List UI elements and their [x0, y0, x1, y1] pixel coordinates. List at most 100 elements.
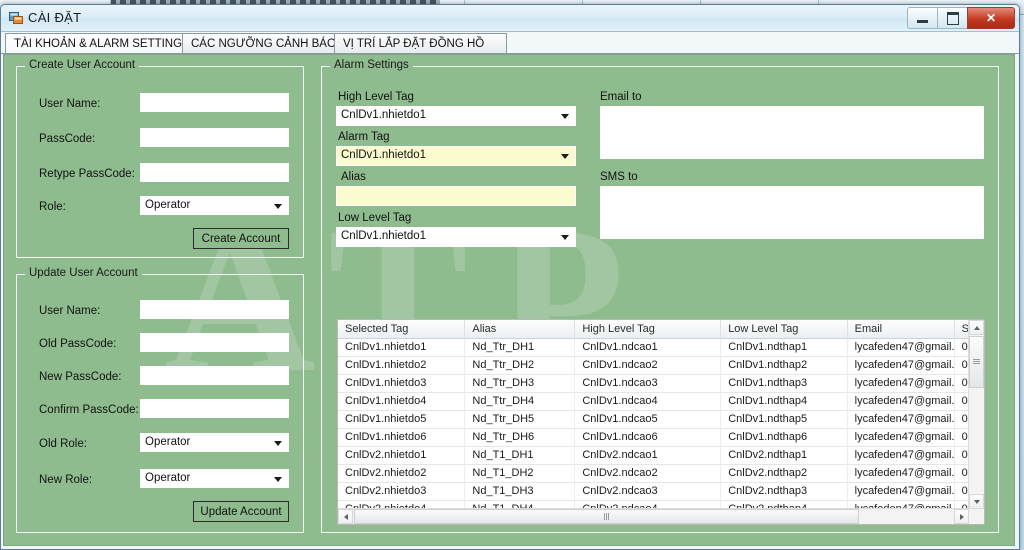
table-cell: Nd_Ttr_DH4 [465, 393, 575, 411]
scroll-left-button[interactable] [338, 509, 353, 524]
tab-label: TÀI KHOẢN & ALARM SETTING [14, 38, 182, 50]
table-row[interactable]: CnlDv2.nhietdo1Nd_T1_DH1CnlDv2.ndcao1Cnl… [338, 447, 984, 465]
high-level-tag-label: High Level Tag [338, 91, 414, 103]
table-cell: CnlDv1.ndcao4 [575, 393, 721, 411]
high-level-tag-value: CnlDv1.nhietdo1 [341, 109, 426, 121]
settings-window: CÀI ĐẶT ✕ TÀI KHOẢN & ALARM SETTING CÁC … [0, 4, 1020, 550]
table-cell: CnlDv1.ndcao1 [575, 339, 721, 357]
low-level-tag-select[interactable]: CnlDv1.nhietdo1 [336, 227, 576, 247]
create-user-account-title: Create User Account [25, 59, 139, 71]
table-row[interactable]: CnlDv1.nhietdo2Nd_Ttr_DH2CnlDv1.ndcao2Cn… [338, 357, 984, 375]
tab-tai-khoan-alarm-setting[interactable]: TÀI KHOẢN & ALARM SETTING [5, 33, 201, 55]
vertical-scroll-thumb[interactable] [969, 336, 984, 388]
table-row[interactable]: CnlDv2.nhietdo3Nd_T1_DH3CnlDv2.ndcao3Cnl… [338, 483, 984, 501]
table-body: CnlDv1.nhietdo1Nd_Ttr_DH1CnlDv1.ndcao1Cn… [338, 339, 984, 524]
alarm-tag-value: CnlDv1.nhietdo1 [341, 149, 426, 161]
create-role-select[interactable]: Operator [140, 196, 289, 215]
update-new-passcode-input[interactable] [140, 366, 289, 385]
low-level-tag-value: CnlDv1.nhietdo1 [341, 230, 426, 242]
table-cell: CnlDv2.nhietdo2 [338, 465, 465, 483]
create-retype-passcode-input[interactable] [140, 163, 289, 182]
email-to-label: Email to [600, 91, 642, 103]
sms-to-input[interactable] [600, 186, 984, 239]
scrollbar-corner [969, 509, 984, 524]
create-username-label: User Name: [39, 98, 100, 110]
table-cell: CnlDv2.ndcao3 [575, 483, 721, 501]
update-new-role-value: Operator [145, 472, 190, 484]
create-retype-passcode-label: Retype PassCode: [39, 168, 135, 180]
email-to-input[interactable] [600, 106, 984, 159]
table-cell: CnlDv1.ndcao3 [575, 375, 721, 393]
update-user-account-title: Update User Account [25, 267, 142, 279]
chevron-down-icon [561, 154, 569, 159]
update-old-passcode-input[interactable] [140, 333, 289, 352]
update-confirm-passcode-input[interactable] [140, 399, 289, 418]
create-username-input[interactable] [140, 93, 289, 112]
scroll-down-button[interactable] [969, 494, 984, 509]
table-cell: CnlDv1.ndthap6 [721, 429, 847, 447]
create-role-label: Role: [39, 201, 66, 213]
scroll-right-button[interactable] [954, 509, 969, 524]
update-old-role-value: Operator [145, 436, 190, 448]
tab-cac-nguong-canh-bao[interactable]: CÁC NGƯỠNG CẢNH BÁO [182, 33, 349, 55]
table-cell: CnlDv1.ndthap5 [721, 411, 847, 429]
table-horizontal-scrollbar[interactable] [338, 508, 969, 524]
table-cell: CnlDv1.ndcao5 [575, 411, 721, 429]
update-old-role-label: Old Role: [39, 438, 87, 450]
grip-icon [604, 513, 610, 520]
grip-icon [973, 359, 980, 365]
alarm-tag-select[interactable]: CnlDv1.nhietdo1 [336, 146, 576, 166]
table-cell: CnlDv2.ndcao1 [575, 447, 721, 465]
table-row[interactable]: CnlDv2.nhietdo2Nd_T1_DH2CnlDv2.ndcao2Cnl… [338, 465, 984, 483]
table-cell: CnlDv1.ndcao2 [575, 357, 721, 375]
app-window-icon [9, 11, 23, 25]
table-column-header[interactable]: Low Level Tag [721, 320, 847, 339]
tab-vi-tri-lap-dat-dong-ho[interactable]: VỊ TRÍ LẮP ĐẶT ĐỒNG HỒ [334, 33, 507, 55]
maximize-button[interactable] [937, 7, 967, 29]
table-column-header[interactable]: Alias [465, 320, 575, 339]
alarm-tag-table[interactable]: Selected TagAliasHigh Level TagLow Level… [337, 319, 985, 525]
table-column-header[interactable]: High Level Tag [575, 320, 721, 339]
table-cell: lycafeden47@gmail.... [848, 429, 955, 447]
close-icon: ✕ [986, 11, 996, 25]
table-vertical-scrollbar[interactable] [968, 320, 984, 509]
create-passcode-input[interactable] [140, 128, 289, 147]
table-cell: CnlDv1.nhietdo2 [338, 357, 465, 375]
scroll-up-button[interactable] [969, 320, 984, 335]
close-button[interactable]: ✕ [967, 7, 1015, 29]
table-row[interactable]: CnlDv1.nhietdo5Nd_Ttr_DH5CnlDv1.ndcao5Cn… [338, 411, 984, 429]
table-cell: lycafeden47@gmail.... [848, 339, 955, 357]
table-cell: lycafeden47@gmail.... [848, 357, 955, 375]
table-row[interactable]: CnlDv1.nhietdo3Nd_Ttr_DH3CnlDv1.ndcao3Cn… [338, 375, 984, 393]
table-cell: CnlDv1.nhietdo5 [338, 411, 465, 429]
table-cell: CnlDv2.ndthap1 [721, 447, 847, 465]
table-row[interactable]: CnlDv1.nhietdo4Nd_Ttr_DH4CnlDv1.ndcao4Cn… [338, 393, 984, 411]
alarm-settings-title: Alarm Settings [330, 59, 413, 71]
table-cell: CnlDv1.nhietdo6 [338, 429, 465, 447]
create-account-button[interactable]: Create Account [193, 228, 289, 249]
update-username-input[interactable] [140, 300, 289, 319]
table-column-header[interactable]: Email [848, 320, 955, 339]
table-column-header[interactable]: Selected Tag [338, 320, 465, 339]
table-cell: Nd_T1_DH1 [465, 447, 575, 465]
update-account-button[interactable]: Update Account [193, 501, 289, 522]
chevron-down-icon [274, 204, 282, 209]
table-cell: Nd_T1_DH2 [465, 465, 575, 483]
alias-input[interactable] [336, 186, 576, 206]
update-old-role-select[interactable]: Operator [140, 433, 289, 452]
table-cell: Nd_T1_DH3 [465, 483, 575, 501]
table-row[interactable]: CnlDv1.nhietdo6Nd_Ttr_DH6CnlDv1.ndcao6Cn… [338, 429, 984, 447]
table-cell: CnlDv2.ndthap2 [721, 465, 847, 483]
caret-left-icon [344, 514, 348, 520]
table-cell: CnlDv1.nhietdo3 [338, 375, 465, 393]
table-cell: CnlDv2.ndcao2 [575, 465, 721, 483]
table-cell: lycafeden47@gmail.... [848, 465, 955, 483]
table-cell: CnlDv2.nhietdo3 [338, 483, 465, 501]
table-cell: Nd_Ttr_DH1 [465, 339, 575, 357]
update-new-role-select[interactable]: Operator [140, 469, 289, 488]
horizontal-scroll-thumb[interactable] [354, 509, 859, 524]
minimize-button[interactable] [907, 7, 937, 29]
chevron-down-icon [561, 235, 569, 240]
table-row[interactable]: CnlDv1.nhietdo1Nd_Ttr_DH1CnlDv1.ndcao1Cn… [338, 339, 984, 357]
high-level-tag-select[interactable]: CnlDv1.nhietdo1 [336, 106, 576, 126]
